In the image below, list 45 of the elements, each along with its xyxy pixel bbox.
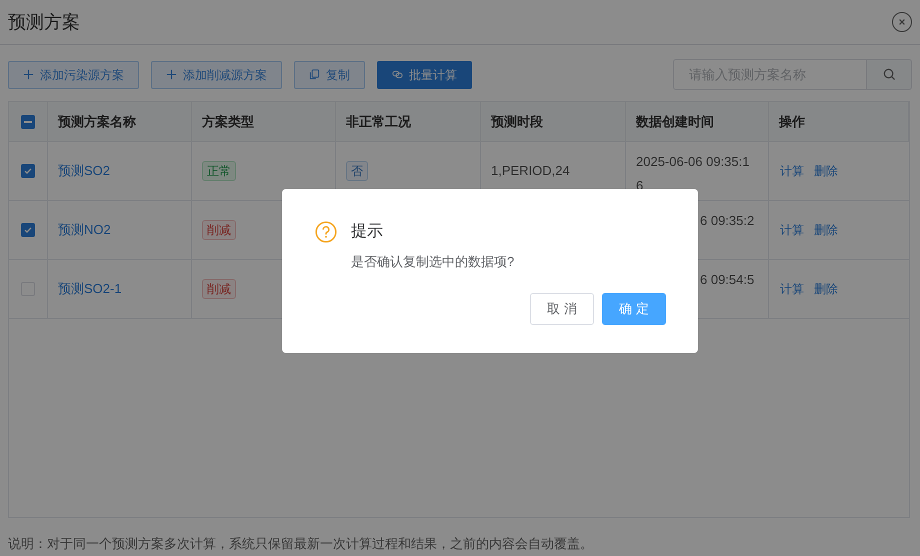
plan-type-tag: 削减 [202,220,236,240]
calculate-link[interactable]: 计算 [780,221,804,239]
abnormal-tag: 否 [346,161,368,181]
cancel-button[interactable]: 取 消 [530,292,594,324]
add-plan-button[interactable]: 添加削减源方案 [151,60,282,88]
link-icon [392,69,403,80]
row-checkbox[interactable] [21,114,35,128]
dialog-title: 提示 [351,222,383,242]
column-header: 预测方案名称 [58,112,136,131]
note-text: 说明：对于同一个预测方案多次计算，系统只保留最新一次计算过程和结果，之前的内容会自动覆盖。 [8,536,593,551]
column-header: 预测时段 [491,112,543,131]
delete-link[interactable]: 删除 [814,221,838,239]
confirm-button[interactable]: 确 定 [602,292,666,324]
add-plan-button[interactable]: 添加污染源方案 [8,60,139,88]
delete-link[interactable]: 删除 [814,162,838,180]
page-title: 预测方案 [8,10,80,34]
check-icon [23,166,33,176]
calculate-link[interactable]: 计算 [780,162,804,180]
row-checkbox[interactable] [21,223,35,237]
search-icon [882,68,896,81]
check-icon [23,225,33,235]
search-button[interactable] [867,59,912,90]
column-header: 数据创建时间 [636,112,714,131]
close-icon[interactable] [892,12,912,32]
plan-name-link[interactable]: 预测SO2 [58,161,110,181]
plan-name-link[interactable]: 预测SO2-1 [58,279,122,299]
period-text: 1,PERIOD,24 [491,162,570,180]
row-checkbox[interactable] [21,164,35,178]
plan-type-tag: 正常 [202,161,236,181]
column-header: 方案类型 [202,112,254,131]
plan-type-tag: 削减 [202,279,236,299]
question-icon [315,221,337,243]
calculate-link[interactable]: 计算 [780,280,804,298]
plus-icon [23,69,34,80]
created-time: 6 09:35:2 [700,212,754,230]
plan-name-link[interactable]: 预测NO2 [58,220,111,240]
copy-icon [309,69,320,80]
dialog-message: 是否确认复制选中的数据项? [351,253,516,271]
created-time: 6 09:54:5 [700,271,754,289]
column-header: 非正常工况 [346,112,411,131]
plus-icon [166,69,177,80]
batch-calculate-button[interactable]: 批量计算 [377,60,472,88]
copy-button[interactable]: 复制 [294,60,365,88]
delete-link[interactable]: 删除 [814,280,838,298]
column-header: 操作 [779,112,805,131]
